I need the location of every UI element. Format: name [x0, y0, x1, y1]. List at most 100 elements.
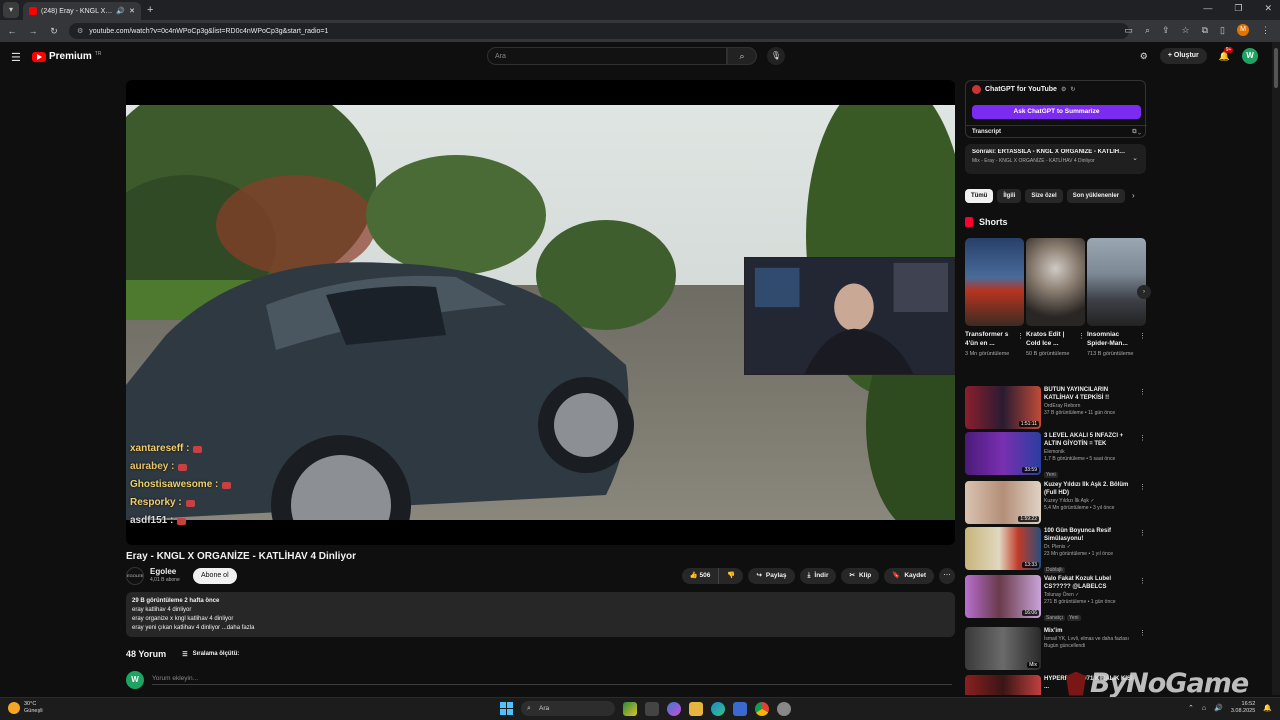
- short-title[interactable]: Insomniac Spider-Man...: [1087, 330, 1137, 348]
- chip-for-you[interactable]: Size özel: [1025, 189, 1063, 203]
- short-menu-icon[interactable]: ⋮: [1139, 332, 1146, 340]
- browser-menu-icon[interactable]: ⋮: [1261, 25, 1270, 36]
- task-view-icon[interactable]: [645, 701, 659, 716]
- zoom-icon[interactable]: ⌕: [1145, 25, 1150, 36]
- video-title[interactable]: Kuzey Yıldızı İlk Aşk 2. Bölüm (Full HD): [1044, 481, 1136, 497]
- menu-icon[interactable]: ☰: [11, 51, 21, 64]
- edge-browser-icon[interactable]: [711, 701, 725, 716]
- description-box[interactable]: 29 B görüntüleme 2 hafta önce eray katli…: [126, 592, 955, 637]
- channel-name[interactable]: Egolee: [150, 567, 176, 576]
- reload-button[interactable]: ↻: [45, 26, 63, 37]
- user-avatar[interactable]: W: [1242, 48, 1258, 64]
- video-title[interactable]: 3 LEVEL AKALI 5 İNFAZCI + ALTIN GİYOTİN …: [1044, 432, 1136, 448]
- share-icon[interactable]: ⇪: [1162, 25, 1170, 36]
- recommended-video[interactable]: 13:33 100 Gün Boyunca Resif Simülasyonu!…: [965, 527, 1146, 573]
- copy-icon[interactable]: ⧉: [1132, 129, 1136, 135]
- create-button[interactable]: + Oluştur: [1159, 48, 1207, 64]
- more-actions-button[interactable]: ⋯: [939, 568, 955, 584]
- speaker-icon[interactable]: 🔊: [116, 7, 125, 15]
- clock[interactable]: 16:52 3.08.2025: [1231, 701, 1255, 715]
- recommended-mix[interactable]: Mix Mix'im İsmail YK, Lvvli, elmas ve da…: [965, 627, 1146, 673]
- shorts-next-arrow-icon[interactable]: ›: [1137, 285, 1151, 299]
- video-menu-icon[interactable]: ⋮: [1139, 388, 1146, 396]
- save-button[interactable]: 🔖 Kaydet: [884, 568, 934, 584]
- up-next-box[interactable]: Sonraki: ERTASSILA - KNGL X ORGANİZE - K…: [965, 144, 1146, 174]
- taskbar-search[interactable]: Ara: [521, 701, 615, 716]
- bookmark-star-icon[interactable]: ☆: [1182, 25, 1190, 36]
- chips-next-arrow-icon[interactable]: ›: [1132, 191, 1135, 200]
- video-title[interactable]: Valo Fakat Kozuk Lubel CS????? @LABELCS …: [1044, 575, 1136, 591]
- notifications-bell-icon[interactable]: 🔔 9+: [1219, 46, 1234, 62]
- channel-name[interactable]: Elemonik: [1044, 448, 1136, 456]
- mix-title[interactable]: Mix'im: [1044, 627, 1136, 635]
- settings-icon[interactable]: ⚙: [1061, 86, 1066, 93]
- browser-tab[interactable]: (248) Eray - KNGL X ORGA... 🔊 ✕: [23, 2, 141, 20]
- sidebar-icon[interactable]: ▯: [1220, 25, 1225, 36]
- new-tab-button[interactable]: +: [147, 4, 153, 16]
- search-input[interactable]: [487, 47, 727, 65]
- clip-button[interactable]: ✂ Klip: [841, 568, 880, 584]
- channel-name[interactable]: OrdEray Reborn: [1044, 402, 1136, 410]
- video-player[interactable]: xantareseff : aurabey : Ghostisawesome :…: [126, 80, 955, 545]
- video-title[interactable]: BÜTÜN YAYINCILARIN KATLİHAV 4 TEPKİSİ !!: [1044, 386, 1136, 402]
- back-button[interactable]: ←: [3, 26, 21, 36]
- chrome-icon[interactable]: [755, 701, 769, 716]
- address-bar[interactable]: ⚙ youtube.com/watch?v=0c4nWPoCp3g&list=R…: [69, 23, 1129, 39]
- close-window-button[interactable]: ✕: [1264, 3, 1272, 14]
- network-icon[interactable]: ⌂: [1202, 705, 1206, 712]
- maximize-button[interactable]: ❐: [1234, 3, 1242, 14]
- cast-icon[interactable]: ▭: [1124, 25, 1133, 36]
- short-item[interactable]: Insomniac Spider-Man... 713 B görüntülem…: [1087, 238, 1146, 358]
- short-item[interactable]: Kratos Edit | Cold Ice ... 50 B görüntül…: [1026, 238, 1085, 358]
- recommended-video[interactable]: 33:59 3 LEVEL AKALI 5 İNFAZCI + ALTIN Gİ…: [965, 432, 1146, 478]
- store-icon[interactable]: [733, 701, 747, 716]
- video-menu-icon[interactable]: ⋮: [1139, 529, 1146, 537]
- video-menu-icon[interactable]: ⋮: [1139, 483, 1146, 491]
- chip-all[interactable]: Tümü: [965, 189, 994, 203]
- channel-name[interactable]: Tolunay Ören ✓: [1044, 591, 1136, 599]
- video-thumbnail[interactable]: 16:06: [965, 575, 1041, 618]
- tray-chevron-icon[interactable]: ⌃: [1188, 704, 1194, 712]
- summarize-button[interactable]: Ask ChatGPT to Summarize: [972, 105, 1141, 119]
- comment-input[interactable]: [152, 675, 952, 685]
- refresh-icon[interactable]: ↻: [1070, 86, 1075, 93]
- extension-gear-icon[interactable]: ⚙: [1140, 51, 1148, 62]
- app-icon[interactable]: [777, 701, 791, 716]
- tab-close-icon[interactable]: ✕: [129, 7, 135, 15]
- share-button[interactable]: ↪ Paylaş: [748, 568, 795, 584]
- short-menu-icon[interactable]: ⋮: [1078, 332, 1085, 340]
- notification-center-icon[interactable]: 🔔: [1263, 704, 1272, 712]
- browser-profile-avatar[interactable]: M: [1237, 24, 1249, 36]
- short-title[interactable]: Kratos Edit | Cold Ice ...: [1026, 330, 1076, 348]
- youtube-premium-logo[interactable]: Premium TR: [32, 51, 101, 62]
- subscribe-button[interactable]: Abone ol: [193, 568, 237, 584]
- short-thumbnail[interactable]: [965, 238, 1024, 326]
- mix-thumbnail[interactable]: Mix: [965, 627, 1041, 670]
- recommended-video[interactable]: 16:06 Valo Fakat Kozuk Lubel CS????? @LA…: [965, 575, 1146, 621]
- copilot-icon[interactable]: [667, 701, 681, 716]
- short-thumbnail[interactable]: [1026, 238, 1085, 326]
- forward-button[interactable]: →: [24, 26, 42, 36]
- video-thumbnail[interactable]: 13:33: [965, 527, 1041, 570]
- video-title[interactable]: 100 Gün Boyunca Resif Simülasyonu!: [1044, 527, 1136, 543]
- widgets-app-icon[interactable]: [623, 701, 637, 716]
- sort-button[interactable]: ☰ Sıralama ölçütü:: [182, 651, 239, 658]
- page-scrollbar[interactable]: [1272, 42, 1280, 695]
- search-button[interactable]: ⌕: [727, 47, 757, 65]
- tab-search-button[interactable]: ▾: [3, 2, 19, 18]
- short-thumbnail[interactable]: [1087, 238, 1146, 326]
- video-thumbnail[interactable]: 1:59:22: [965, 481, 1041, 524]
- voice-search-button[interactable]: 🎙: [767, 47, 785, 65]
- site-info-icon[interactable]: ⚙: [77, 27, 83, 35]
- channel-avatar[interactable]: EGOLEE: [126, 567, 144, 585]
- video-menu-icon[interactable]: ⋮: [1139, 629, 1146, 637]
- video-menu-icon[interactable]: ⋮: [1139, 434, 1146, 442]
- video-menu-icon[interactable]: ⋮: [1139, 577, 1146, 585]
- extensions-icon[interactable]: ⧉: [1202, 25, 1208, 36]
- video-thumbnail[interactable]: 1:51:11: [965, 386, 1041, 429]
- volume-icon[interactable]: 🔊: [1214, 704, 1223, 712]
- recommended-video[interactable]: 1:51:11 BÜTÜN YAYINCILARIN KATLİHAV 4 TE…: [965, 386, 1146, 432]
- video-thumbnail[interactable]: [965, 675, 1041, 695]
- weather-widget[interactable]: 30°C Güneşli: [8, 701, 43, 715]
- video-thumbnail[interactable]: 33:59: [965, 432, 1041, 475]
